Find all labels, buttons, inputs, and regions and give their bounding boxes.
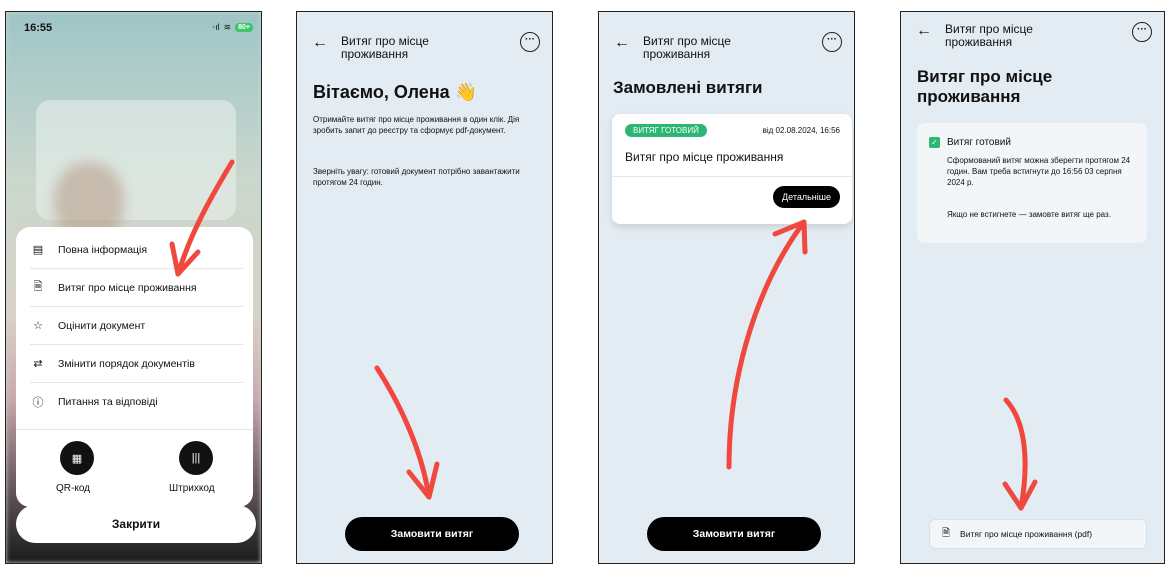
menu-item-label: Повна інформація <box>58 243 148 256</box>
menu-item-label: Питання та відповіді <box>58 396 158 408</box>
more-options-icon[interactable]: ··· <box>520 32 540 52</box>
wifi-icon: ≋ <box>223 22 232 32</box>
divider <box>612 176 852 177</box>
qr-code-label: QR-код <box>56 483 90 494</box>
order-extract-button[interactable]: Замовити витяг <box>345 517 519 551</box>
back-arrow-icon[interactable]: ← <box>614 34 630 52</box>
barcode-icon: ||| <box>191 452 201 464</box>
screen-extract-ready: ← Витяг про місце проживання ··· Витяг п… <box>900 11 1165 564</box>
download-pdf-button[interactable]: 🗎 Витяг про місце проживання (pdf) <box>929 519 1147 549</box>
more-options-icon[interactable]: ··· <box>1132 22 1152 42</box>
status-icons: ‧ıl ≋ 80+ <box>212 22 253 33</box>
order-date: від 02.08.2024, 16:56 <box>762 126 840 135</box>
warning-paragraph: Зверніть увагу: готовий документ потрібн… <box>313 167 520 187</box>
order-extract-button[interactable]: Замовити витяг <box>647 517 821 551</box>
page-title: Витяг про місце проживання <box>917 67 1053 106</box>
screen-extract-intro: ← Витяг про місце проживання ··· Вітаємо… <box>296 11 553 564</box>
header-title: Витяг про місце проживання <box>341 34 429 61</box>
info-text: Якщо не встигнете — замовте витяг ще раз… <box>947 210 1111 219</box>
checkmark-icon: ✓ <box>929 137 940 148</box>
status-badge: Витяг готовий <box>625 124 707 137</box>
qr-code-button[interactable]: ▦ <box>60 441 94 475</box>
back-arrow-icon[interactable]: ← <box>312 34 328 52</box>
barcode-label: Штрихкод <box>169 483 215 494</box>
pdf-button-label: Витяг про місце проживання (pdf) <box>960 529 1093 539</box>
section-title: Замовлені витяги <box>613 78 763 97</box>
screen-ordered-extracts: ← Витяг про місце проживання ··· Замовле… <box>598 11 855 564</box>
info-title: Витяг готовий <box>947 137 1011 148</box>
battery-icon: 80+ <box>235 23 253 32</box>
barcode-button[interactable]: ||| <box>179 441 213 475</box>
details-button[interactable]: Детальніше <box>773 186 840 208</box>
document-icon: ▤ <box>32 244 44 256</box>
menu-item-label: Змінити порядок документів <box>58 357 195 370</box>
intro-paragraph: Отримайте витяг про місце проживання в о… <box>313 115 520 135</box>
extract-title: Витяг про місце проживання <box>625 150 784 164</box>
more-options-icon[interactable]: ··· <box>822 32 842 52</box>
file-badge-icon: 🗎 <box>33 281 43 293</box>
back-arrow-icon[interactable]: ← <box>916 22 932 40</box>
extract-card: Витяг готовий від 02.08.2024, 16:56 Витя… <box>612 114 852 224</box>
greeting-heading: Вітаємо, Олена 👋 <box>313 82 478 102</box>
divider <box>16 429 253 430</box>
menu-item-rate-document[interactable]: ☆ Оцінити документ <box>30 307 243 345</box>
swap-icon: ⇄ <box>33 358 43 370</box>
info-text: Сформований витяг можна зберегти протяго… <box>947 156 1131 187</box>
star-icon: ☆ <box>33 320 43 332</box>
question-icon: ⓘ <box>32 397 44 409</box>
pdf-file-icon: 🗎 <box>942 527 951 539</box>
menu-item-faq[interactable]: ⓘ Питання та відповіді <box>30 383 243 421</box>
menu-item-full-info[interactable]: ▤ Повна інформація <box>30 231 243 269</box>
close-button[interactable]: Закрити <box>16 505 256 543</box>
header-title: Витяг про місце проживання <box>945 22 1033 49</box>
signal-icon: ‧ıl <box>212 22 220 32</box>
menu-item-reorder-documents[interactable]: ⇄ Змінити порядок документів <box>30 345 243 383</box>
menu-item-residence-extract[interactable]: 🗎 Витяг про місце проживання <box>30 269 243 307</box>
action-sheet: ▤ Повна інформація 🗎 Витяг про місце про… <box>16 227 253 507</box>
ready-info-box: ✓ Витяг готовий Сформований витяг можна … <box>917 123 1147 243</box>
status-time: 16:55 <box>24 22 53 34</box>
header-title: Витяг про місце проживання <box>643 34 731 61</box>
menu-item-label: Оцінити документ <box>58 319 146 332</box>
qr-code-icon: ▦ <box>71 452 83 465</box>
screen-document-menu: 16:55 ‧ıl ≋ 80+ ▤ Повна інформація 🗎 Вит… <box>5 11 262 564</box>
menu-item-label: Витяг про місце проживання <box>58 281 197 294</box>
